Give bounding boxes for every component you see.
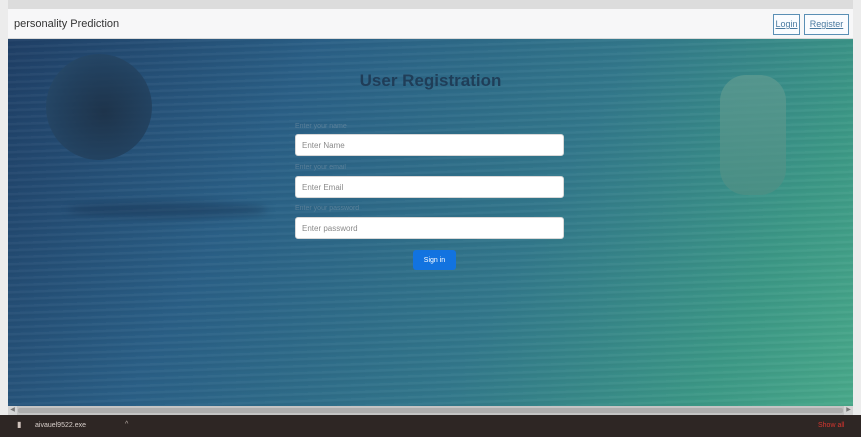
scroll-right-arrow-icon[interactable]: ▶ [844, 406, 853, 415]
email-input[interactable] [295, 176, 564, 198]
scrollbar-thumb[interactable] [18, 408, 843, 413]
background-shadow [68, 202, 268, 218]
name-input[interactable] [295, 134, 564, 156]
download-file-name[interactable]: aivauel9522.exe [35, 422, 86, 429]
show-all-downloads-link[interactable]: Show all [818, 422, 844, 429]
download-options-caret[interactable]: ^ [125, 421, 128, 428]
login-button[interactable]: Login [773, 14, 800, 35]
brand-title[interactable]: personality Prediction [14, 18, 119, 30]
navbar: personality Prediction Login Register [8, 9, 853, 39]
window-left-edge [0, 0, 8, 437]
background-mouse-object [720, 75, 786, 195]
register-button[interactable]: Register [804, 14, 849, 35]
download-file-icon: ▮ [17, 420, 22, 429]
scroll-left-arrow-icon[interactable]: ◀ [8, 406, 17, 415]
password-label: Enter your password [295, 205, 360, 212]
registration-hero: User Registration Enter your name Enter … [8, 39, 853, 406]
background-dark-object [46, 54, 152, 160]
sign-in-button[interactable]: Sign in [413, 250, 456, 270]
email-label: Enter your email [295, 164, 346, 171]
window-right-edge [853, 0, 861, 437]
window-top-edge [0, 0, 861, 9]
download-bar: ▮ aivauel9522.exe ^ Show all [0, 415, 861, 437]
horizontal-scrollbar[interactable]: ◀ ▶ [8, 406, 853, 415]
page-title: User Registration [359, 71, 502, 90]
name-label: Enter your name [295, 123, 347, 130]
password-input[interactable] [295, 217, 564, 239]
